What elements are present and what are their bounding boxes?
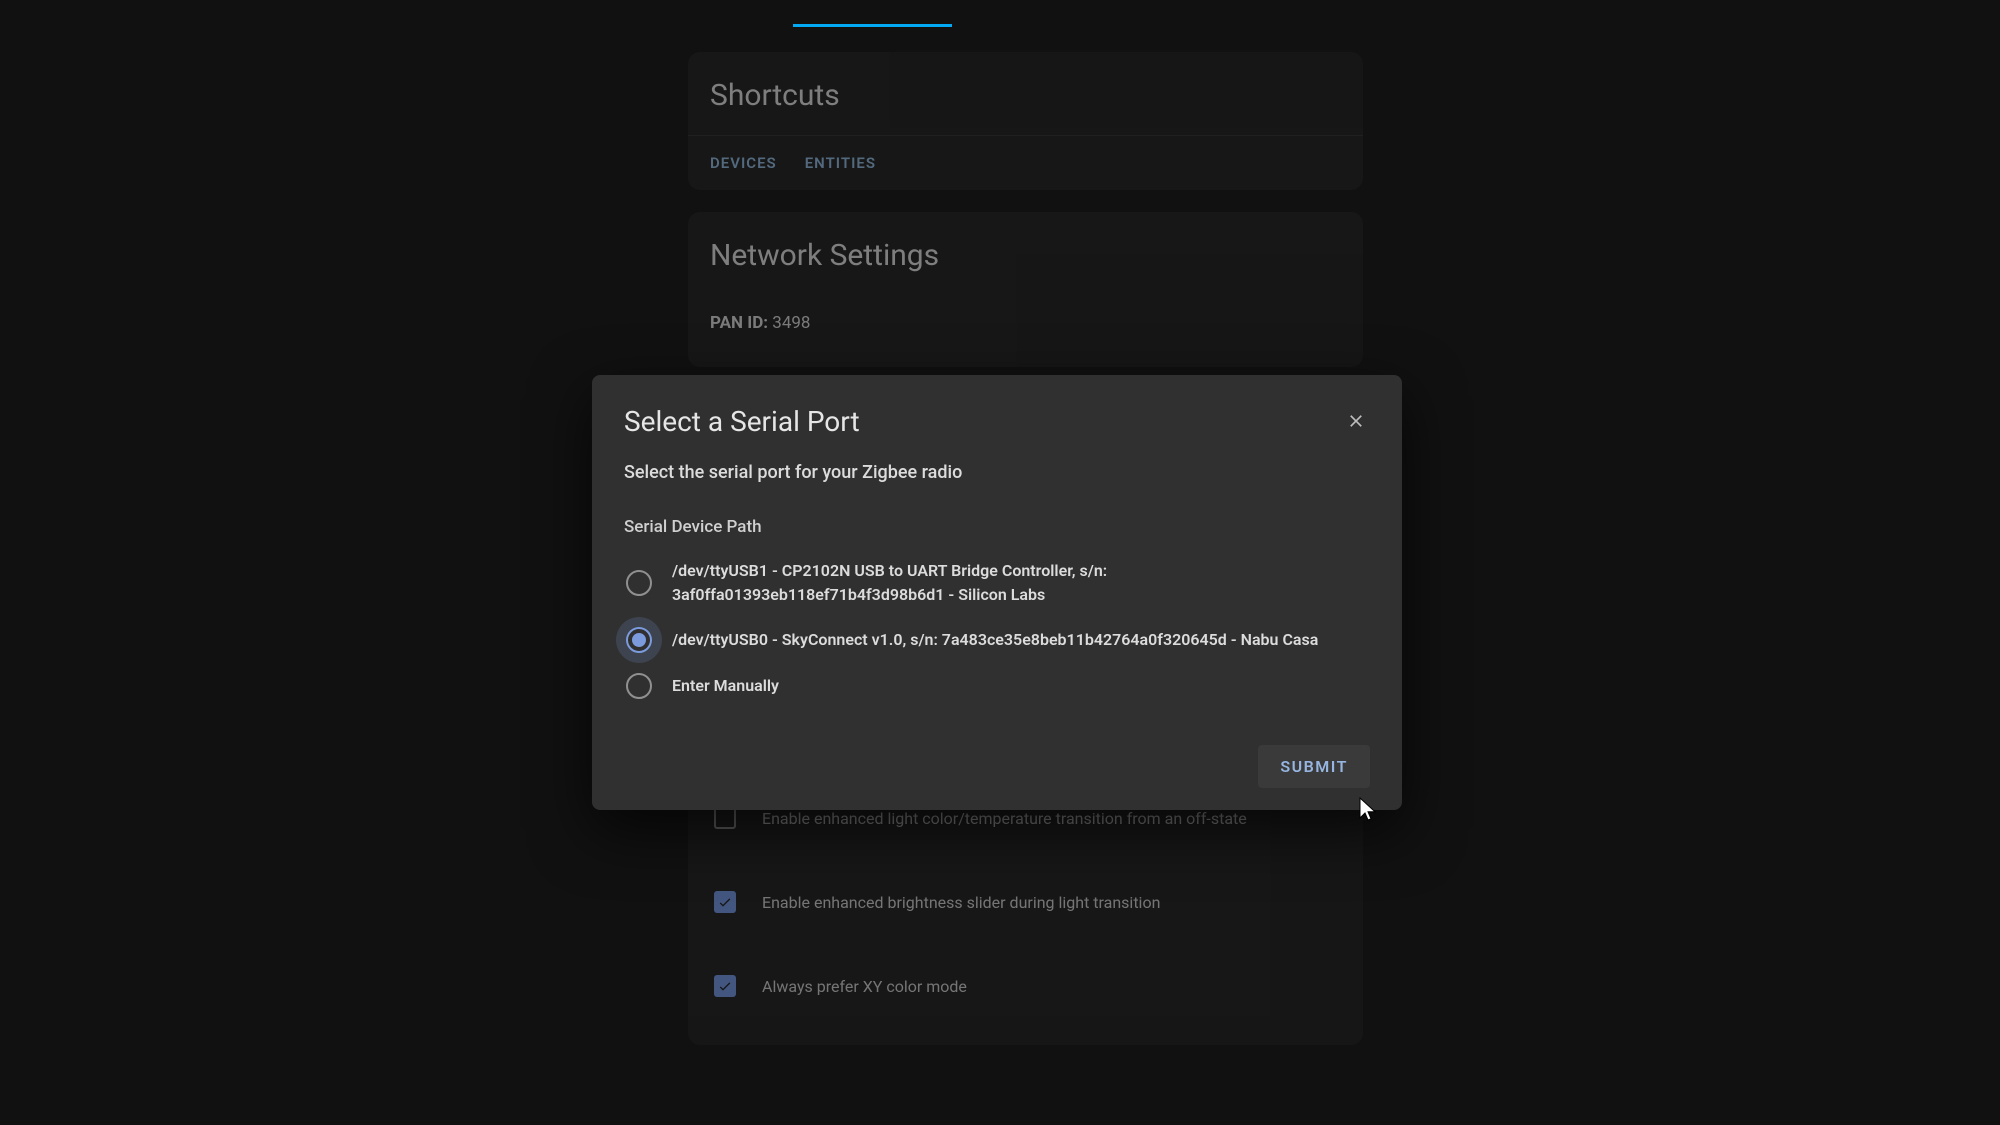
serial-device-path-label: Serial Device Path xyxy=(624,517,1370,537)
shortcuts-title: Shortcuts xyxy=(688,52,1363,135)
entities-link[interactable]: ENTITIES xyxy=(805,154,876,172)
close-button[interactable] xyxy=(1342,409,1370,437)
active-tab-indicator xyxy=(793,24,952,27)
serial-port-option-ttyusb0[interactable]: /dev/ttyUSB0 - SkyConnect v1.0, s/n: 7a4… xyxy=(624,617,1370,663)
option-brightness-slider[interactable]: Enable enhanced brightness slider during… xyxy=(706,883,1345,921)
radio-ttyusb0[interactable] xyxy=(626,627,652,653)
radio-ttyusb0-label: /dev/ttyUSB0 - SkyConnect v1.0, s/n: 7a4… xyxy=(672,628,1318,652)
select-serial-port-dialog: Select a Serial Port Select the serial p… xyxy=(592,375,1402,810)
radio-manual-label: Enter Manually xyxy=(672,674,779,698)
dialog-subtitle: Select the serial port for your Zigbee r… xyxy=(624,462,1370,483)
option-light-transition-label: Enable enhanced light color/temperature … xyxy=(762,809,1247,828)
shortcuts-links: DEVICES ENTITIES xyxy=(688,136,1363,190)
dialog-title: Select a Serial Port xyxy=(624,405,860,438)
option-xy-color[interactable]: Always prefer XY color mode xyxy=(706,967,1345,1005)
radio-ttyusb1-label: /dev/ttyUSB1 - CP2102N USB to UART Bridg… xyxy=(672,559,1368,607)
checkbox-light-transition[interactable] xyxy=(714,807,736,829)
serial-port-option-manual[interactable]: Enter Manually xyxy=(624,663,1370,709)
shortcuts-card: Shortcuts DEVICES ENTITIES xyxy=(688,52,1363,190)
submit-button[interactable]: SUBMIT xyxy=(1258,745,1370,788)
radio-ttyusb1[interactable] xyxy=(626,570,652,596)
pan-id-label: PAN ID: xyxy=(710,313,768,333)
serial-port-option-ttyusb1[interactable]: /dev/ttyUSB1 - CP2102N USB to UART Bridg… xyxy=(624,549,1370,617)
network-settings-title: Network Settings xyxy=(688,212,1363,295)
radio-manual[interactable] xyxy=(626,673,652,699)
option-brightness-slider-label: Enable enhanced brightness slider during… xyxy=(762,893,1160,912)
pan-id-value: 3498 xyxy=(772,313,810,333)
checkbox-brightness-slider[interactable] xyxy=(714,891,736,913)
checkbox-xy-color[interactable] xyxy=(714,975,736,997)
close-icon xyxy=(1346,411,1366,435)
network-settings-card: Network Settings PAN ID: 3498 xyxy=(688,212,1363,367)
pan-id-row: PAN ID: 3498 xyxy=(710,313,1341,333)
devices-link[interactable]: DEVICES xyxy=(710,154,777,172)
option-xy-color-label: Always prefer XY color mode xyxy=(762,977,967,996)
